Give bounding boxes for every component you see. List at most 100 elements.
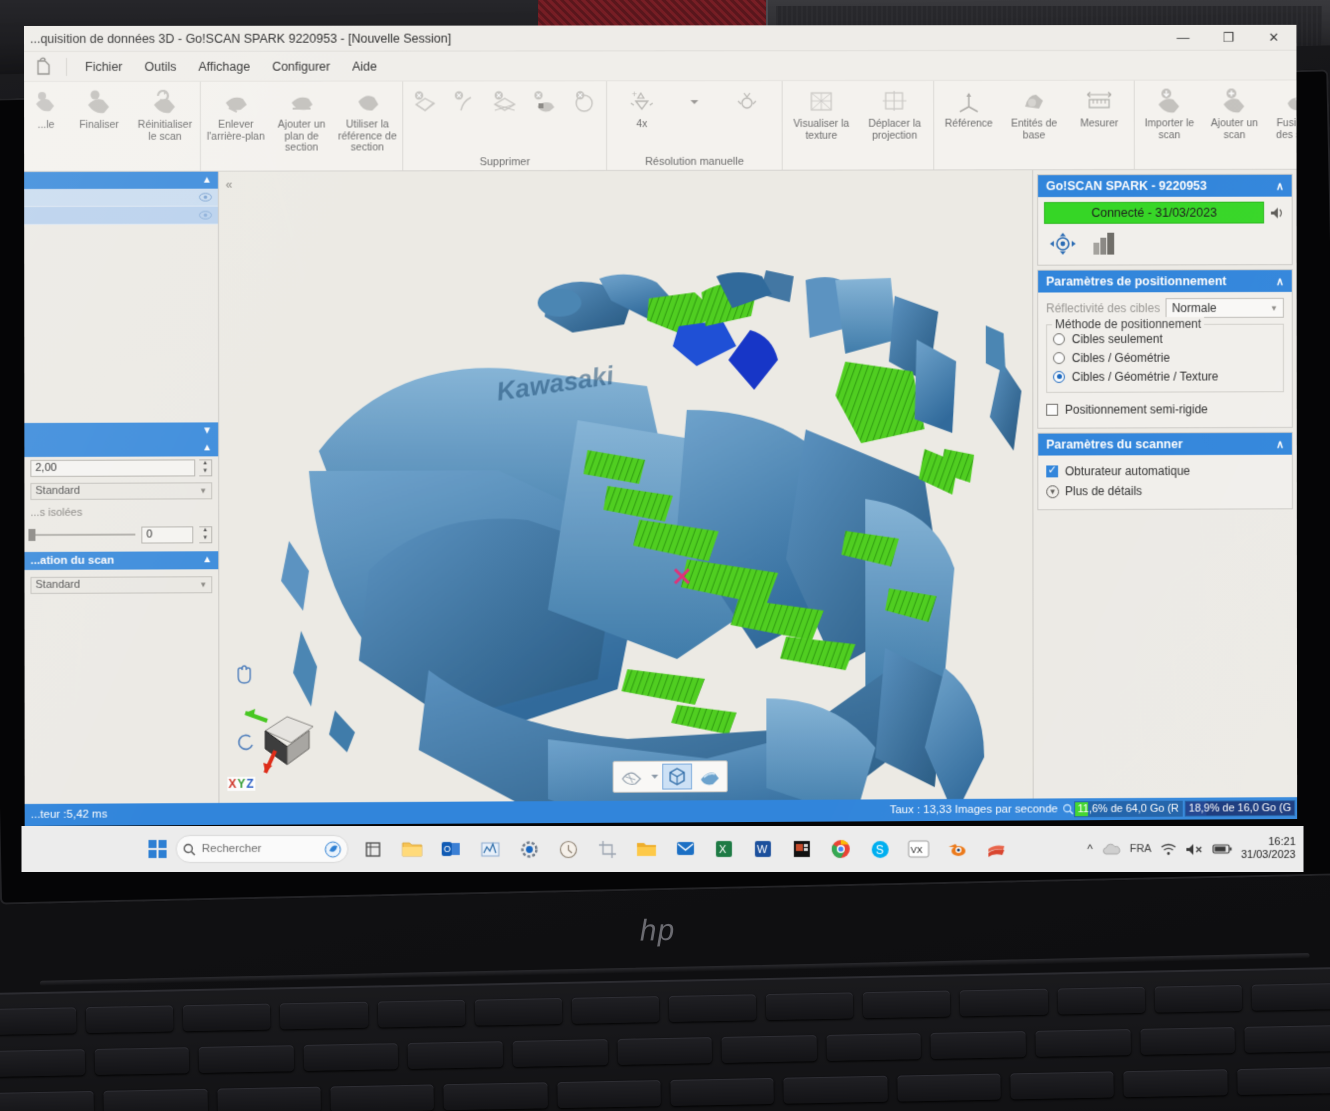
skype-icon[interactable]: S	[865, 834, 895, 864]
snip-tool-icon[interactable]	[357, 834, 387, 864]
chevron-up-icon-scanner[interactable]: ∧	[1276, 179, 1284, 192]
settings-gear-icon[interactable]	[514, 834, 544, 864]
media-player-icon[interactable]	[787, 834, 817, 864]
menu-aide[interactable]: Aide	[342, 55, 387, 77]
ribbon-button-reinitialiser[interactable]: Réinitialiser le scan	[132, 84, 198, 143]
wifi-icon[interactable]	[1160, 843, 1176, 856]
battery-icon[interactable]	[1212, 843, 1232, 855]
left-list-row-1[interactable]	[24, 188, 218, 207]
new-session-icon[interactable]	[28, 54, 58, 78]
radio-icon-1[interactable]	[1053, 332, 1065, 345]
positioning-section-header[interactable]: Paramètres de positionnement ∧	[1038, 270, 1292, 293]
books-icon[interactable]	[981, 834, 1011, 864]
menu-fichier[interactable]: Fichier	[75, 55, 132, 77]
chrome-icon[interactable]	[826, 834, 856, 864]
show-hidden-icons[interactable]: ^	[1087, 842, 1093, 856]
visibility-eye-icon-2[interactable]	[199, 210, 212, 220]
menu-affichage[interactable]: Affichage	[188, 55, 260, 77]
menu-configurer[interactable]: Configurer	[262, 55, 340, 77]
menu-outils[interactable]: Outils	[134, 55, 186, 77]
ribbon-button-importer-scan[interactable]: Importer le scan	[1137, 83, 1202, 142]
left-section-optimisation-header[interactable]: ...ation du scan ▲	[24, 550, 219, 570]
ribbon-button-delete-selection[interactable]	[405, 83, 445, 119]
semi-rigid-row[interactable]: Positionnement semi-rigide	[1046, 399, 1284, 420]
ribbon-button-reference[interactable]: Référence	[936, 83, 1001, 130]
left-section-1-header[interactable]: ▲	[24, 171, 218, 189]
3d-viewport[interactable]: « Kawasaki XYZ	[218, 170, 1033, 803]
ribbon-button-delete-mesh[interactable]	[485, 83, 525, 119]
word-icon[interactable]: W	[748, 834, 778, 864]
ribbon-button-delete-spikes[interactable]	[445, 83, 485, 119]
ribbon-button-enlever-arriere-plan[interactable]: Enlever l'arrière-plan	[203, 84, 269, 143]
outlook-icon[interactable]: O	[436, 834, 466, 864]
left-list-row-2[interactable]	[24, 206, 218, 225]
resolution-input[interactable]: 2,00	[30, 458, 196, 477]
isolated-stepper[interactable]: ▲ ▼	[199, 525, 213, 543]
auto-shutter-row[interactable]: Obturateur automatique	[1046, 461, 1284, 482]
outlook-mail-icon[interactable]	[670, 834, 700, 864]
magnifier-icon[interactable]	[1062, 803, 1074, 815]
radio-icon-3[interactable]	[1053, 370, 1065, 383]
ribbon-button-fusionner-scans[interactable]: Fusionner des scans	[1267, 82, 1298, 141]
signal-bars-icon[interactable]	[1091, 231, 1121, 257]
left-section-2-header[interactable]: ▼	[24, 421, 219, 440]
close-button[interactable]: ✕	[1251, 25, 1296, 50]
resolution-stepper[interactable]: ▲ ▼	[199, 458, 213, 476]
radio-icon-2[interactable]	[1053, 351, 1065, 364]
visibility-eye-icon[interactable]	[199, 192, 212, 202]
file-explorer-icon[interactable]	[397, 834, 427, 864]
axis-gizmo[interactable]	[229, 673, 319, 783]
scanner-section-header[interactable]: Go!SCAN SPARK - 9220953 ∧	[1038, 174, 1292, 198]
textured-view-icon[interactable]	[694, 763, 724, 789]
ribbon-button-delete-plane[interactable]	[525, 83, 565, 119]
optimisation-preset-select[interactable]: Standard ▼	[30, 575, 213, 594]
ribbon-button-partial[interactable]: ...le	[26, 84, 66, 132]
maximize-button[interactable]: ❐	[1206, 25, 1251, 50]
onedrive-icon[interactable]	[1102, 843, 1121, 856]
slider-knob[interactable]	[28, 528, 36, 541]
snip-crop-icon[interactable]	[592, 834, 622, 864]
ribbon-button-resolution-decrease[interactable]	[714, 83, 779, 119]
vxelements-icon[interactable]: VX	[904, 834, 934, 864]
ribbon-button-entites-base[interactable]: Entités de base	[1001, 83, 1066, 142]
ribbon-button-visualiser-texture[interactable]: Visualiser la texture	[785, 83, 858, 142]
chevron-up-icon-positioning[interactable]: ∧	[1276, 275, 1284, 288]
ribbon-button-resolution-increase[interactable]: + 4x	[609, 83, 675, 130]
ribbon-button-delete-lasso[interactable]	[564, 83, 604, 119]
clock-icon[interactable]	[553, 834, 583, 864]
crosshair-target-icon[interactable]	[1048, 232, 1078, 256]
resolution-preset-select[interactable]: Standard ▼	[30, 481, 213, 500]
folder-icon[interactable]	[631, 834, 661, 864]
more-details-row[interactable]: ▼ Plus de détails	[1046, 481, 1284, 502]
wireframe-view-icon[interactable]	[617, 764, 647, 790]
checkbox-obturateur-automatique[interactable]	[1046, 465, 1059, 478]
ribbon-button-deplacer-projection[interactable]: Déplacer la projection	[858, 83, 931, 142]
windows-start-icon[interactable]	[148, 839, 167, 859]
isolated-slider[interactable]	[28, 528, 136, 541]
task-manager-icon[interactable]	[475, 834, 505, 864]
excel-icon[interactable]: X	[709, 834, 739, 864]
ribbon-button-ajouter-plan-section[interactable]: Ajouter un plan de section	[269, 84, 335, 154]
isolated-input[interactable]: 0	[141, 525, 194, 544]
ribbon-button-finaliser[interactable]: Finaliser	[66, 84, 132, 132]
ribbon-button-reference-section[interactable]: Utiliser la référence de section	[334, 84, 400, 154]
minimize-button[interactable]: —	[1160, 25, 1205, 50]
chevron-up-icon-params[interactable]: ∧	[1276, 437, 1284, 450]
ribbon-button-ajouter-scan[interactable]: Ajouter un scan	[1202, 82, 1267, 141]
chevron-down-icon-view[interactable]	[648, 764, 660, 790]
collapse-left-icon[interactable]: «	[221, 176, 237, 194]
reflectivity-select[interactable]: Normale ▼	[1165, 297, 1284, 319]
radio-cibles-geometrie-texture[interactable]: Cibles / Géométrie / Texture	[1053, 366, 1277, 386]
radio-cibles-geometrie[interactable]: Cibles / Géométrie	[1053, 348, 1277, 368]
expand-details-icon[interactable]: ▼	[1046, 484, 1060, 498]
blender-icon[interactable]	[943, 834, 973, 864]
copilot-icon[interactable]	[324, 840, 341, 857]
search-input[interactable]: Rechercher	[175, 834, 349, 864]
checkbox-semi-rigide[interactable]	[1046, 403, 1059, 416]
radio-cibles-seulement[interactable]: Cibles seulement	[1053, 329, 1277, 348]
volume-muted-icon[interactable]	[1185, 843, 1203, 856]
left-section-resolution-header[interactable]: ▲	[24, 438, 219, 457]
taskbar-clock[interactable]: 16:21 31/03/2023	[1241, 836, 1296, 862]
language-indicator[interactable]: FRA	[1130, 843, 1152, 855]
shaded-cube-view-icon[interactable]	[662, 763, 693, 790]
